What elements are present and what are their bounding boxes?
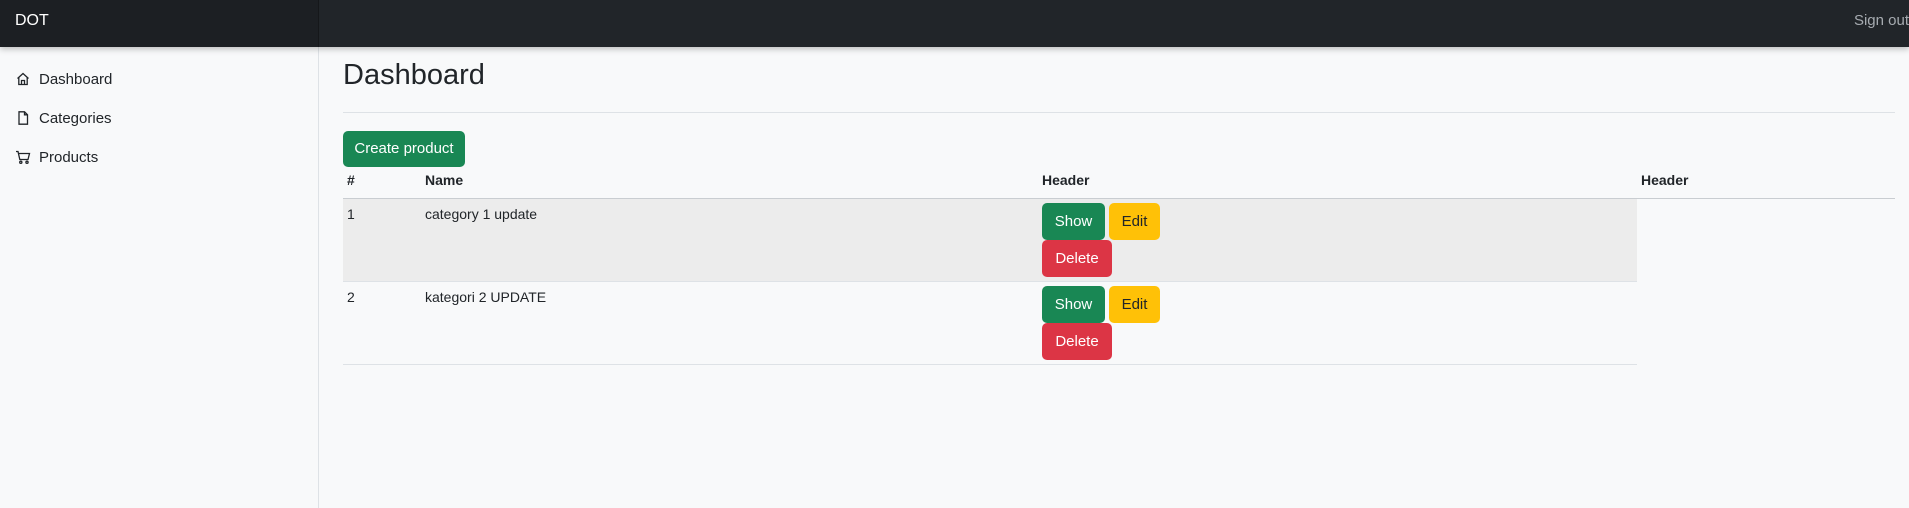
sign-out-link[interactable]: Sign out [1854,0,1909,47]
title-divider [343,112,1895,113]
column-header-number: # [347,172,355,188]
sidebar-item-label: Dashboard [39,70,113,88]
sidebar-item-label: Categories [39,109,112,127]
edit-button[interactable]: Edit [1109,203,1160,240]
row-divider [343,281,1637,282]
sidebar-item-categories[interactable]: Categories [15,106,112,130]
column-header-extra: Header [1641,172,1689,188]
delete-button[interactable]: Delete [1042,323,1112,360]
delete-button[interactable]: Delete [1042,240,1112,277]
sidebar-item-label: Products [39,148,99,166]
row-name: category 1 update [425,206,538,222]
sidebar: Dashboard Categories Products [0,47,319,508]
row-number: 2 [347,289,355,305]
create-product-button[interactable]: Create product [343,131,465,167]
column-header-actions: Header [1042,172,1090,188]
row-divider [343,364,1637,365]
column-header-name: Name [425,172,464,188]
show-button[interactable]: Show [1042,203,1105,240]
row-number: 1 [347,206,355,222]
brand-logo[interactable]: DOT [0,0,319,47]
edit-button[interactable]: Edit [1109,286,1160,323]
main-content: Dashboard Create product # Name Header H… [343,47,1895,508]
table-row [343,199,1637,281]
sidebar-item-products[interactable]: Products [15,145,98,169]
cart-icon [16,150,31,165]
home-icon [17,72,29,86]
row-name: kategori 2 UPDATE [425,289,547,305]
show-button[interactable]: Show [1042,286,1105,323]
sidebar-item-dashboard[interactable]: Dashboard [15,67,112,91]
top-navbar: DOT Sign out [0,0,1909,47]
page-title: Dashboard [343,59,485,91]
file-icon [18,111,29,125]
